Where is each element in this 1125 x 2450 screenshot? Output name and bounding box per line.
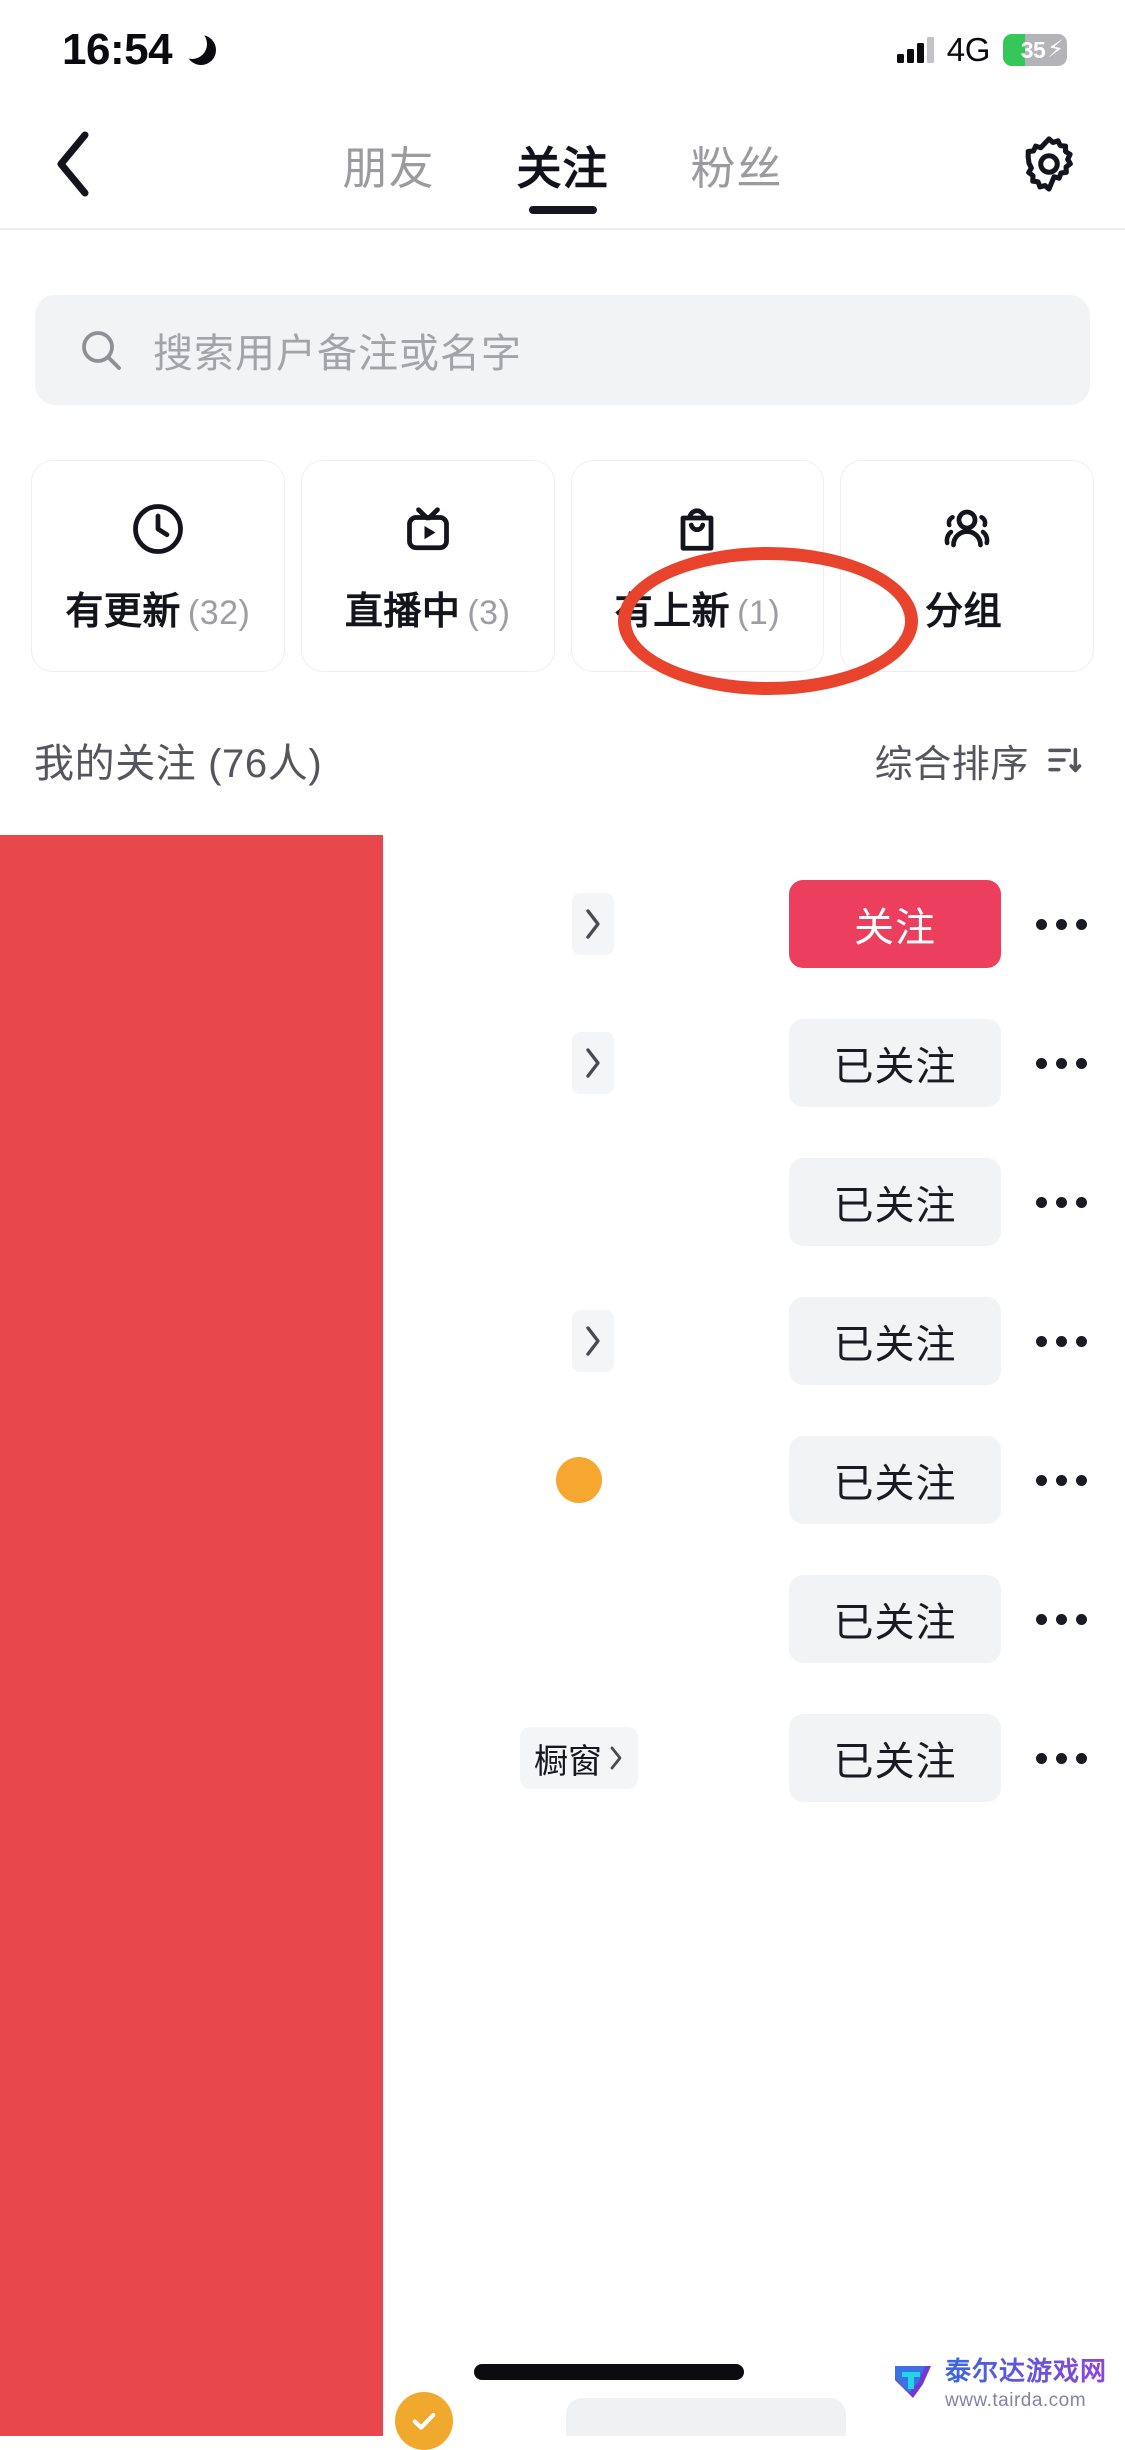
tab-bar: 朋友 关注 粉丝 (336, 100, 788, 228)
section-header: 我的关注 (76人) 综合排序 (0, 700, 1125, 820)
status-bar-right: 4G 35 ⚡ (897, 31, 1067, 69)
following-button[interactable]: 已关注 (789, 1575, 1001, 1663)
chip-count: (1) (737, 593, 781, 632)
check-circle-icon (395, 2392, 453, 2450)
nav-separator (0, 228, 1125, 230)
ellipsis-icon[interactable] (1025, 1305, 1097, 1377)
chevron-right-icon[interactable] (572, 1310, 614, 1372)
page-title: 我的关注 (76人) (34, 742, 323, 786)
chevron-right-icon (610, 1746, 622, 1770)
status-bar-left: 16:54 (62, 25, 217, 75)
filter-chip-live[interactable]: 直播中 (3) (300, 460, 555, 672)
t-shield-logo-icon (894, 2365, 931, 2398)
chevron-left-icon (57, 131, 89, 197)
following-button[interactable]: 已关注 (789, 1436, 1001, 1524)
filter-chip-live-label: 直播中 (3) (345, 580, 511, 635)
cellular-signal-icon (897, 37, 934, 63)
tab-following[interactable]: 关注 (510, 100, 614, 228)
status-bar: 16:54 4G 35 ⚡ (0, 0, 1125, 100)
home-indicator (474, 2364, 744, 2380)
search-icon (82, 331, 121, 370)
redaction-overlay (0, 835, 383, 2436)
watermark-text: 泰尔达游戏网 www.tairda.com (945, 2351, 1107, 2412)
ellipsis-icon[interactable] (1025, 1722, 1097, 1794)
filter-chip-updates[interactable]: 有更新 (32) (31, 460, 285, 672)
filter-chip-row: 有更新 (32) 直播中 (3) 有上新 (1) 分组 (31, 460, 1094, 672)
live-status-badge (556, 1457, 602, 1503)
search-bar[interactable]: 搜索用户备注或名字 (35, 295, 1090, 405)
network-type-label: 4G (946, 31, 991, 68)
clock-icon (128, 498, 188, 560)
chip-count: (3) (467, 593, 511, 632)
filter-chip-new-items[interactable]: 有上新 (1) (570, 460, 825, 672)
bottom-partial-card (566, 2398, 846, 2436)
ellipsis-icon[interactable] (1025, 1444, 1097, 1516)
back-button[interactable] (36, 127, 110, 201)
sort-icon (1048, 747, 1082, 773)
filter-chip-new-items-label: 有上新 (1) (615, 580, 781, 635)
lightning-bolt-icon: ⚡ (1047, 36, 1064, 63)
following-button[interactable]: 已关注 (789, 1297, 1001, 1385)
live-tv-icon (398, 498, 458, 560)
tab-fans[interactable]: 粉丝 (685, 100, 789, 228)
chip-text: 直播中 (344, 590, 461, 633)
chevron-right-icon[interactable] (572, 893, 614, 955)
people-group-icon (937, 498, 997, 560)
chevron-right-icon[interactable] (572, 1032, 614, 1094)
tab-friends[interactable]: 朋友 (336, 100, 440, 228)
sort-control[interactable]: 综合排序 (875, 733, 1085, 788)
battery-indicator: 35 ⚡ (1003, 34, 1067, 66)
storefront-tag[interactable]: 橱窗 (520, 1727, 638, 1789)
watermark-title: 泰尔达游戏网 (945, 2351, 1107, 2388)
navigation-bar: 朋友 关注 粉丝 (0, 100, 1125, 228)
storefront-tag-label: 橱窗 (534, 1742, 602, 1781)
sort-label: 综合排序 (874, 743, 1029, 786)
watermark-url: www.tairda.com (944, 2390, 1087, 2411)
chip-count: (32) (187, 593, 251, 632)
following-button[interactable]: 已关注 (789, 1158, 1001, 1246)
follow-button[interactable]: 关注 (789, 880, 1001, 968)
status-time: 16:54 (62, 25, 173, 74)
shopping-bag-icon (667, 498, 727, 560)
following-button[interactable]: 已关注 (789, 1714, 1001, 1802)
filter-chip-groups[interactable]: 分组 (840, 460, 1094, 672)
gear-icon (1025, 136, 1073, 192)
chip-text: 有更新 (65, 590, 181, 633)
filter-chip-groups-label: 分组 (925, 580, 1009, 635)
crescent-moon-icon (177, 29, 217, 65)
search-input[interactable]: 搜索用户备注或名字 (153, 321, 522, 379)
chip-text: 有上新 (614, 590, 731, 633)
ellipsis-icon[interactable] (1025, 1166, 1097, 1238)
ellipsis-icon[interactable] (1025, 1027, 1097, 1099)
settings-button[interactable] (1011, 126, 1087, 202)
watermark: 泰尔达游戏网 www.tairda.com (891, 2351, 1107, 2412)
ellipsis-icon[interactable] (1025, 888, 1097, 960)
filter-chip-updates-label: 有更新 (32) (65, 580, 250, 635)
ellipsis-icon[interactable] (1025, 1583, 1097, 1655)
following-button[interactable]: 已关注 (789, 1019, 1001, 1107)
chip-text: 分组 (925, 590, 1003, 633)
